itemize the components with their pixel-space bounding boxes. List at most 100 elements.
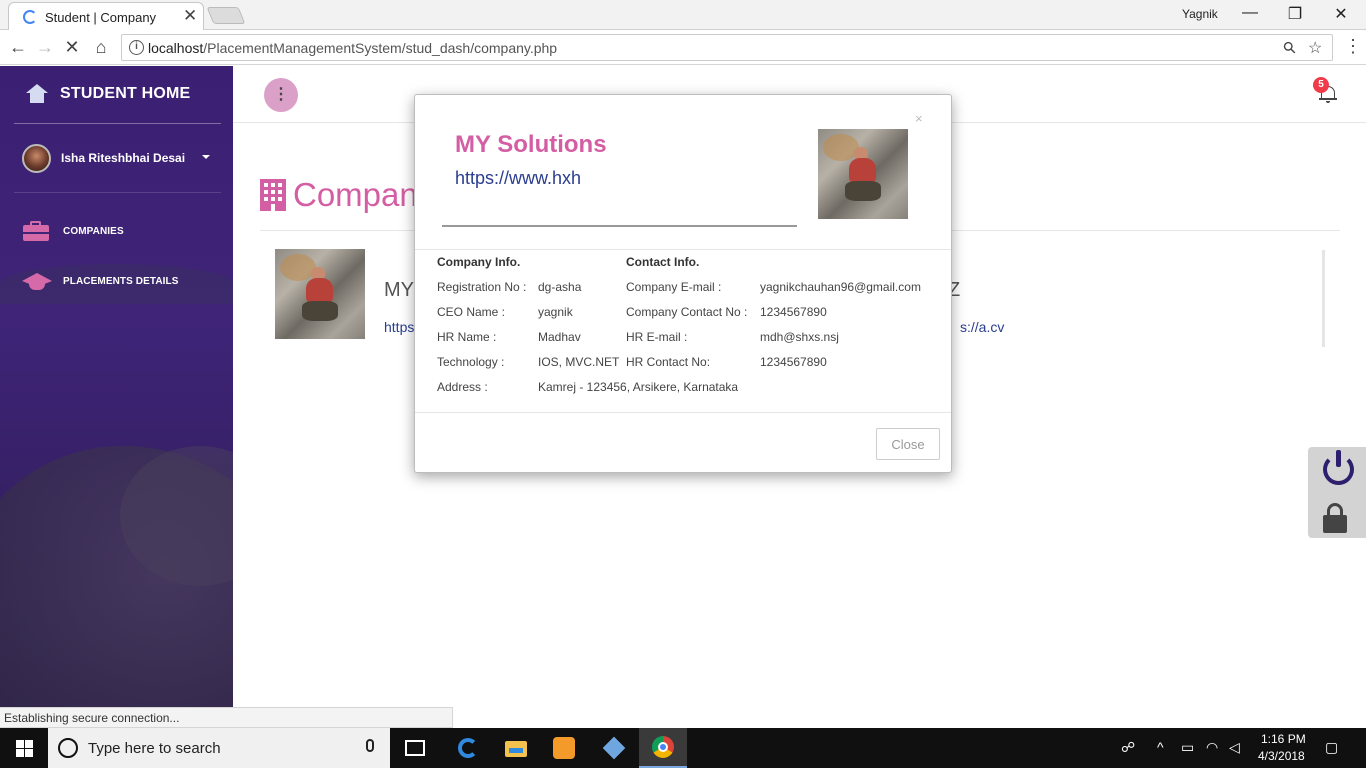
company-logo-image[interactable] <box>275 249 365 339</box>
close-button[interactable]: Close <box>876 428 940 460</box>
chevron-up-icon[interactable]: ^ <box>1157 739 1164 755</box>
loading-spinner-icon <box>23 10 37 24</box>
sidebar-item-label: PLACEMENTS DETAILS <box>63 275 179 287</box>
url-host: localhost <box>148 40 204 56</box>
site-info-icon[interactable]: i <box>129 40 144 55</box>
company-info-value: dg-asha <box>538 280 582 294</box>
contact-info-label: HR E-mail : <box>626 330 688 344</box>
url-path: /PlacementManagementSystem/stud_dash/com… <box>203 40 558 56</box>
company-card-link-tail[interactable]: s://a.cv <box>960 319 1004 335</box>
uc-browser-icon[interactable] <box>553 736 577 760</box>
window-close-button[interactable]: ✕ <box>1331 4 1351 24</box>
taskbar-time[interactable]: 1:16 PM <box>1261 732 1306 746</box>
company-card-link[interactable]: https <box>384 319 414 335</box>
power-icon[interactable] <box>1323 450 1354 485</box>
contact-info-label: Company Contact No : <box>626 305 748 319</box>
sidebar-item-companies[interactable]: COMPANIES <box>22 221 124 241</box>
modal-company-url[interactable]: https://www.hxh <box>455 168 581 189</box>
back-icon[interactable]: ← <box>8 37 28 58</box>
virtualbox-icon[interactable] <box>602 736 626 760</box>
url-text: localhost/PlacementManagementSystem/stud… <box>148 40 557 56</box>
company-info-label: CEO Name : <box>437 305 506 319</box>
restore-button[interactable]: ❐ <box>1285 4 1305 24</box>
edge-browser-icon[interactable] <box>456 736 480 760</box>
sidebar-item-label: COMPANIES <box>63 225 124 237</box>
microphone-icon[interactable] <box>366 739 374 752</box>
contact-info-value: mdh@shxs.nsj <box>760 330 839 344</box>
modal-divider <box>415 249 951 250</box>
cortana-icon[interactable] <box>58 738 78 758</box>
chevron-down-icon <box>202 155 210 159</box>
battery-icon[interactable]: ▭ <box>1181 739 1194 756</box>
company-info-heading: Company Info. <box>437 255 521 269</box>
volume-icon[interactable]: ◁ <box>1229 739 1240 756</box>
contact-info-label: Company E-mail : <box>626 280 722 294</box>
windows-start-icon[interactable] <box>16 740 33 757</box>
taskbar-search-placeholder: Type here to search <box>88 740 221 757</box>
stop-loading-icon[interactable]: ✕ <box>62 37 82 58</box>
browser-profile-name[interactable]: Yagnik <box>1182 7 1218 21</box>
zoom-search-icon[interactable]: ⚲ <box>1279 37 1301 59</box>
company-card-name[interactable]: MY <box>384 279 414 302</box>
browser-tab[interactable]: Student | Company ✕ <box>8 2 204 30</box>
tab-title: Student | Company <box>45 10 157 25</box>
page-title: Compan <box>293 176 418 213</box>
company-info-value: Kamrej - 123456, Arsikere, Karnataka <box>538 380 739 394</box>
browser-toolbar: ← → ✕ ⌂ i localhost/PlacementManagementS… <box>0 31 1366 65</box>
tab-close-icon[interactable]: ✕ <box>183 6 197 26</box>
taskbar-search-box[interactable]: Type here to search <box>48 728 390 768</box>
task-view-icon[interactable] <box>405 740 425 756</box>
company-info-label: HR Name : <box>437 330 497 344</box>
company-info-value: yagnik <box>538 305 573 319</box>
modal-close-icon[interactable]: × <box>915 111 923 126</box>
contact-info-heading: Contact Info. <box>626 255 700 269</box>
sidebar-brand[interactable]: STUDENT HOME <box>26 84 190 104</box>
contact-info-label: HR Contact No: <box>626 355 711 369</box>
session-actions-panel <box>1308 447 1366 538</box>
menu-toggle-button[interactable]: ⋮ <box>264 78 298 112</box>
modal-footer-divider <box>415 412 951 413</box>
company-info-label: Technology : <box>437 355 505 369</box>
browser-menu-icon[interactable]: ⋮ <box>1344 36 1362 57</box>
brand-label: STUDENT HOME <box>60 85 191 102</box>
card-scrollbar[interactable] <box>1322 250 1325 347</box>
address-bar[interactable]: i localhost/PlacementManagementSystem/st… <box>121 34 1333 61</box>
company-info-value: Madhav <box>538 330 581 344</box>
action-center-icon[interactable]: ▢ <box>1325 739 1338 756</box>
company-info-label: Registration No : <box>437 280 527 294</box>
contact-info-value: 1234567890 <box>760 305 827 319</box>
contact-info-value: yagnikchauhan96@gmail.com <box>760 280 921 294</box>
new-tab-button[interactable] <box>206 7 246 24</box>
building-icon <box>260 179 286 211</box>
sidebar: STUDENT HOME Isha Riteshbhai Desai COMPA… <box>0 66 233 707</box>
minimize-button[interactable]: — <box>1240 4 1260 22</box>
people-icon[interactable]: ☍ <box>1121 739 1135 756</box>
avatar <box>22 143 51 173</box>
briefcase-icon <box>22 221 49 241</box>
notification-badge: 5 <box>1313 77 1329 93</box>
company-info-label: Address : <box>437 380 488 394</box>
bookmark-star-icon[interactable]: ☆ <box>1308 38 1322 58</box>
browser-status-text: Establishing secure connection... <box>0 707 453 728</box>
forward-icon[interactable]: → <box>35 37 55 58</box>
sidebar-user-menu[interactable]: Isha Riteshbhai Desai <box>22 142 222 174</box>
file-explorer-icon[interactable] <box>505 736 529 760</box>
modal-company-logo-image <box>818 129 908 219</box>
home-icon <box>26 84 48 104</box>
modal-header-underline <box>442 225 797 227</box>
contact-info-value: 1234567890 <box>760 355 827 369</box>
sidebar-divider <box>14 192 221 193</box>
graduation-cap-icon <box>22 271 52 291</box>
wifi-icon[interactable]: ◠ <box>1206 739 1218 756</box>
sidebar-divider <box>14 123 221 124</box>
sidebar-item-placements[interactable]: PLACEMENTS DETAILS <box>22 271 179 291</box>
sidebar-user-name: Isha Riteshbhai Desai <box>61 151 186 165</box>
company-info-value: IOS, MVC.NET <box>538 355 620 369</box>
taskbar-date[interactable]: 4/3/2018 <box>1258 749 1305 763</box>
chrome-taskbar-active[interactable] <box>639 728 687 768</box>
home-icon[interactable]: ⌂ <box>91 37 111 58</box>
modal-company-name: MY Solutions <box>455 131 607 158</box>
windows-taskbar: Type here to search ☍ ^ ▭ ◠ ◁ 1:16 PM 4/… <box>0 728 1366 768</box>
browser-tab-strip: Student | Company ✕ Yagnik — ❐ ✕ <box>0 0 1366 30</box>
lock-icon[interactable] <box>1323 503 1347 533</box>
